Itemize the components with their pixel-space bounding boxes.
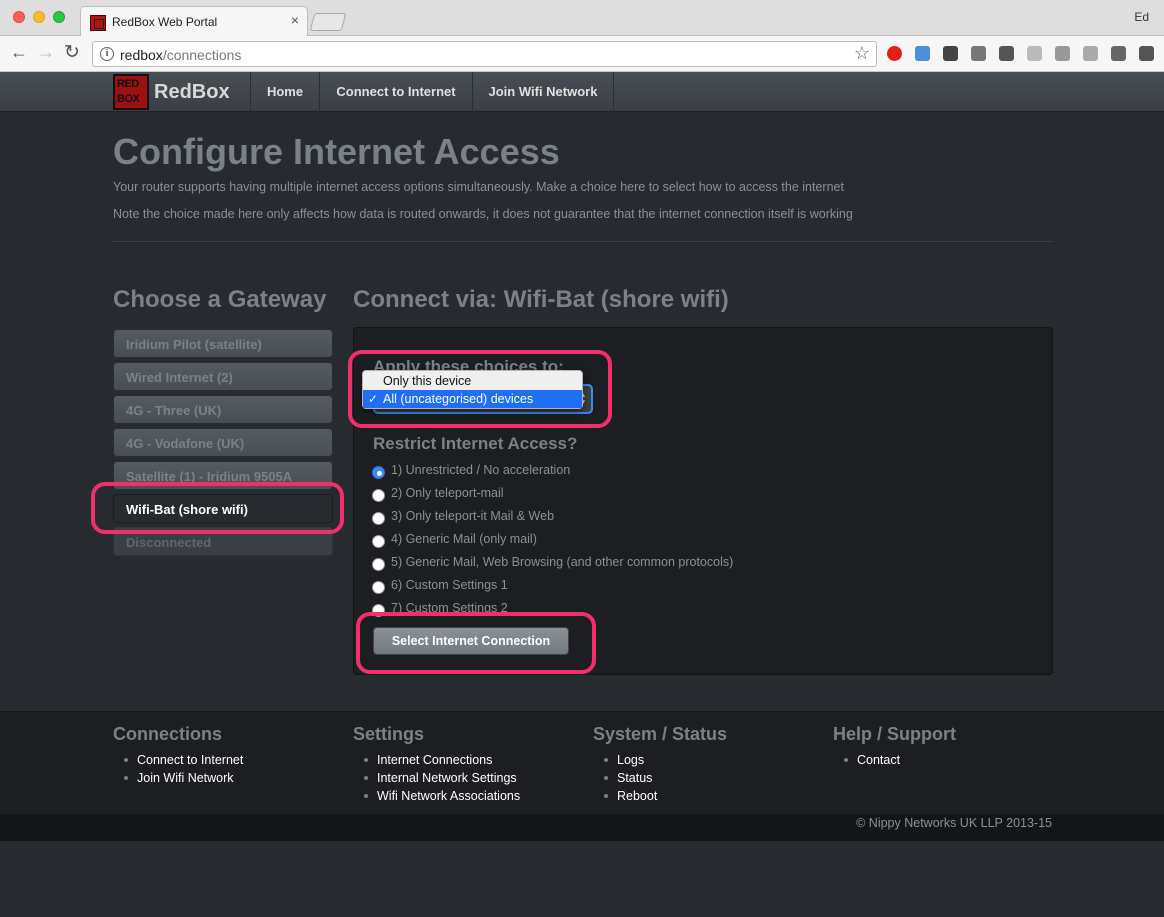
site-footer: Connections Connect to Internet Join Wif… xyxy=(0,711,1164,814)
highlight-gateway-annotation xyxy=(91,482,344,534)
gateway-item-4g-three[interactable]: 4G - Three (UK) xyxy=(113,395,333,424)
highlight-button-annotation xyxy=(356,612,596,674)
footer-column-help-support: Help / Support Contact xyxy=(833,724,956,769)
redbox-favicon-icon xyxy=(90,15,106,31)
divider xyxy=(113,241,1053,242)
nav-home[interactable]: Home xyxy=(250,72,319,112)
radio-button[interactable] xyxy=(372,466,385,479)
radio-button[interactable] xyxy=(372,512,385,525)
footer-heading: System / Status xyxy=(593,724,728,744)
browser-tabstrip: RedBox Web Portal × Ed xyxy=(0,0,1164,37)
redbox-logo-icon[interactable] xyxy=(113,74,149,110)
bookmark-star-icon[interactable]: ☆ xyxy=(854,43,870,64)
url-path: /connections xyxy=(162,47,242,63)
footer-column-settings: Settings Internet Connections Internal N… xyxy=(353,724,520,805)
footer-link-internet-connections[interactable]: Internet Connections xyxy=(353,751,520,769)
intro-text-2: Note the choice made here only affects h… xyxy=(113,207,853,221)
minimize-window-button[interactable] xyxy=(33,11,45,23)
gateway-item-wired-internet[interactable]: Wired Internet (2) xyxy=(113,362,333,391)
drive-icon[interactable] xyxy=(1083,46,1098,61)
maximize-window-button[interactable] xyxy=(53,11,65,23)
footer-link-internal-network-settings[interactable]: Internal Network Settings xyxy=(353,769,520,787)
footer-link-status[interactable]: Status xyxy=(593,769,727,787)
rss-icon[interactable] xyxy=(1027,46,1042,61)
menu-icon[interactable] xyxy=(1139,46,1154,61)
url-text[interactable]: redbox/connections xyxy=(120,47,241,63)
footer-link-join-wifi-network[interactable]: Join Wifi Network xyxy=(113,769,243,787)
nav-join-wifi-network[interactable]: Join Wifi Network xyxy=(472,72,614,112)
copyright-bar: © Nippy Networks UK LLP 2013-15 xyxy=(0,814,1164,841)
shield-icon[interactable] xyxy=(971,46,986,61)
footer-column-connections: Connections Connect to Internet Join Wif… xyxy=(113,724,243,787)
footer-link-reboot[interactable]: Reboot xyxy=(593,787,727,805)
footer-link-connect-to-internet[interactable]: Connect to Internet xyxy=(113,751,243,769)
radio-button[interactable] xyxy=(372,489,385,502)
footer-heading: Settings xyxy=(353,724,425,744)
intro-text-1: Your router supports having multiple int… xyxy=(113,180,844,194)
close-window-button[interactable] xyxy=(13,11,25,23)
footer-link-wifi-network-associations[interactable]: Wifi Network Associations xyxy=(353,787,520,805)
tab-title: RedBox Web Portal xyxy=(112,15,218,29)
gateway-item-4g-vodafone[interactable]: 4G - Vodafone (UK) xyxy=(113,428,333,457)
radio-button[interactable] xyxy=(372,535,385,548)
footer-heading: Help / Support xyxy=(833,724,956,744)
radio-button[interactable] xyxy=(372,581,385,594)
folder-icon[interactable] xyxy=(915,46,930,61)
footer-heading: Connections xyxy=(113,724,223,744)
footer-column-system-status: System / Status Logs Status Reboot xyxy=(593,724,727,805)
gateway-item-iridium-pilot[interactable]: Iridium Pilot (satellite) xyxy=(113,329,333,358)
profile-name[interactable]: Ed xyxy=(1134,10,1149,24)
page-title: Configure Internet Access xyxy=(113,131,560,172)
new-tab-button[interactable] xyxy=(309,13,347,31)
gateway-heading: Choose a Gateway xyxy=(113,286,327,313)
footer-link-contact[interactable]: Contact xyxy=(833,751,956,769)
puzzle-icon[interactable] xyxy=(999,46,1014,61)
connect-heading: Connect via: Wifi-Bat (shore wifi) xyxy=(353,286,729,313)
tab-close-icon[interactable]: × xyxy=(291,12,299,28)
footer-link-logs[interactable]: Logs xyxy=(593,751,727,769)
restrict-access-label: Restrict Internet Access? xyxy=(373,434,578,453)
brand-name[interactable]: RedBox xyxy=(154,81,230,104)
reload-icon[interactable]: ↻ xyxy=(64,41,80,64)
info-icon[interactable]: i xyxy=(100,47,114,61)
highlight-dropdown-annotation xyxy=(348,350,612,428)
reader-icon[interactable] xyxy=(1055,46,1070,61)
address-bar[interactable]: i redbox/connections ☆ xyxy=(92,41,877,67)
nav-connect-to-internet[interactable]: Connect to Internet xyxy=(319,72,472,112)
browser-toolbar: ← → ↻ i redbox/connections ☆ xyxy=(0,36,1164,72)
opera-icon[interactable] xyxy=(887,46,902,61)
site-navbar: RedBox Home Connect to Internet Join Wif… xyxy=(0,72,1164,112)
dots-icon[interactable] xyxy=(943,46,958,61)
copyright-text: © Nippy Networks UK LLP 2013-15 xyxy=(856,816,1052,830)
back-arrow-icon[interactable]: ← xyxy=(10,42,28,63)
cast-icon[interactable] xyxy=(1111,46,1126,61)
radio-button[interactable] xyxy=(372,558,385,571)
browser-tab[interactable]: RedBox Web Portal × xyxy=(80,6,308,37)
url-host: redbox xyxy=(120,47,163,63)
forward-arrow-icon[interactable]: → xyxy=(37,42,55,63)
